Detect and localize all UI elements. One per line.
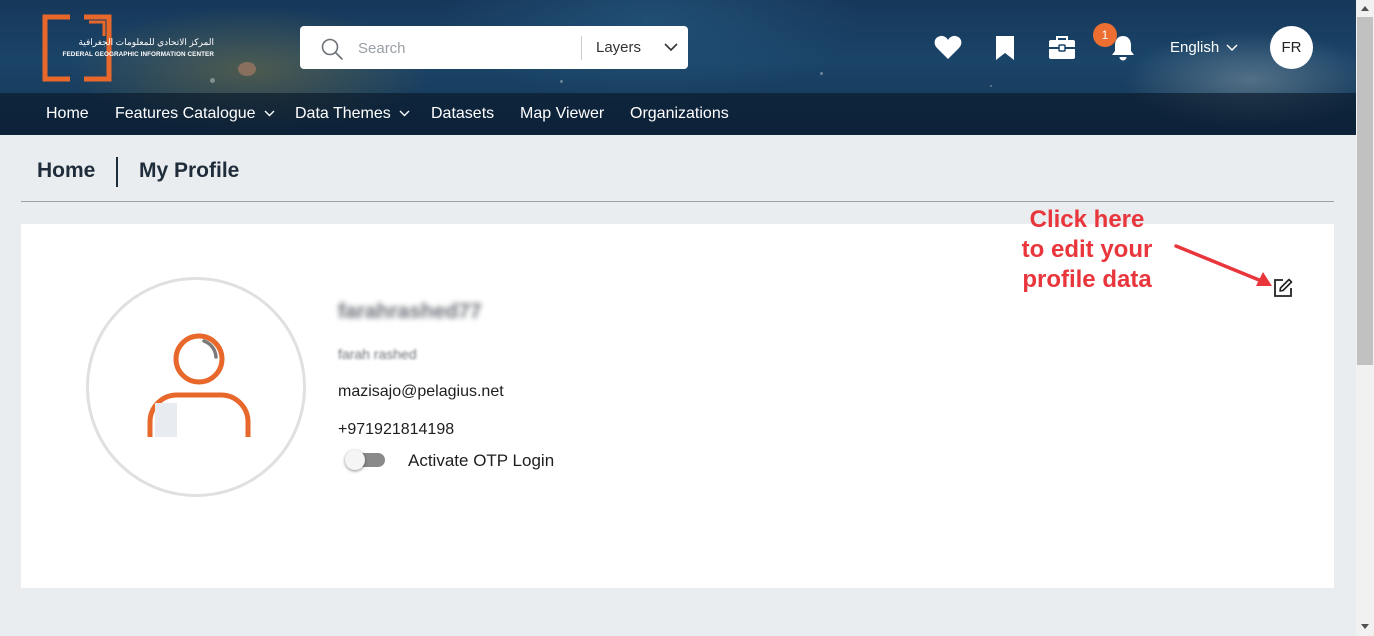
- breadcrumb-home[interactable]: Home: [37, 159, 95, 183]
- notification-count-badge[interactable]: 1: [1093, 23, 1117, 47]
- nav-item-label: Home: [46, 105, 89, 122]
- bookmark-icon[interactable]: [995, 35, 1015, 61]
- logo-arabic-text: المركز الاتحادي للمعلومات الجغرافية: [78, 37, 214, 47]
- search-scope-select[interactable]: Layers: [582, 26, 688, 69]
- breadcrumb-separator: [116, 157, 118, 187]
- language-selector[interactable]: English: [1170, 39, 1219, 56]
- toolbox-icon[interactable]: [1048, 36, 1076, 60]
- profile-full-name: farah rashed: [338, 346, 417, 362]
- nav-item-home[interactable]: Home: [46, 93, 89, 135]
- user-avatar-button[interactable]: FR: [1270, 26, 1313, 69]
- chevron-down-icon: [264, 110, 275, 117]
- background-speck: [990, 85, 992, 87]
- breadcrumb-divider: [21, 201, 1334, 202]
- site-logo[interactable]: المركز الاتحادي للمعلومات الجغرافية FEDE…: [42, 14, 214, 82]
- chevron-down-icon: [664, 43, 678, 52]
- scroll-up-arrow-icon[interactable]: [1360, 5, 1370, 12]
- nav-item-label: Features Catalogue: [115, 105, 256, 122]
- background-speck: [238, 62, 256, 76]
- scrollbar-thumb[interactable]: [1357, 17, 1373, 365]
- annotation-line: profile data: [1022, 266, 1152, 293]
- toggle-knob: [345, 450, 365, 470]
- nav-item-map-viewer[interactable]: Map Viewer: [520, 93, 604, 135]
- logo-english-text: FEDERAL GEOGRAPHIC INFORMATION CENTER: [62, 51, 214, 58]
- main-nav: Home Features Catalogue Data Themes Data…: [0, 93, 1356, 135]
- page-title: My Profile: [139, 159, 240, 182]
- annotation-line: Click here: [1029, 206, 1145, 233]
- chevron-down-icon: [1226, 44, 1238, 52]
- page-scrollbar[interactable]: [1356, 0, 1374, 636]
- nav-item-data-themes[interactable]: Data Themes: [295, 93, 410, 135]
- otp-login-toggle[interactable]: [345, 450, 387, 472]
- nav-item-features-catalogue[interactable]: Features Catalogue: [115, 93, 275, 135]
- background-speck: [560, 80, 563, 83]
- background-speck: [820, 72, 823, 75]
- scroll-down-arrow-icon[interactable]: [1360, 623, 1370, 630]
- edit-hint-annotation: Click here to edit your profile data: [1002, 205, 1172, 295]
- search-icon[interactable]: [320, 37, 344, 61]
- nav-item-organizations[interactable]: Organizations: [630, 93, 729, 135]
- chevron-down-icon: [399, 110, 410, 117]
- profile-email: mazisajo@pelagius.net: [338, 383, 504, 400]
- nav-item-label: Organizations: [630, 105, 729, 122]
- search-input[interactable]: [356, 32, 575, 64]
- search-bar: Layers: [300, 26, 688, 69]
- heart-icon[interactable]: [934, 34, 962, 60]
- search-scope-label: Layers: [596, 39, 642, 56]
- profile-phone: +971921814198: [338, 421, 455, 438]
- logo-mark-icon: [42, 14, 112, 82]
- site-header: المركز الاتحادي للمعلومات الجغرافية FEDE…: [0, 0, 1356, 135]
- nav-item-label: Data Themes: [295, 105, 391, 122]
- user-silhouette-icon: [147, 333, 251, 437]
- nav-item-datasets[interactable]: Datasets: [431, 93, 494, 135]
- profile-avatar: [86, 277, 306, 497]
- profile-username: farahrashed77: [338, 300, 482, 323]
- nav-item-label: Map Viewer: [520, 105, 605, 122]
- nav-item-label: Datasets: [431, 105, 495, 122]
- otp-login-label: Activate OTP Login: [408, 451, 555, 470]
- annotation-arrow-icon: [1174, 244, 1272, 286]
- annotation-line: to edit your: [1021, 236, 1153, 263]
